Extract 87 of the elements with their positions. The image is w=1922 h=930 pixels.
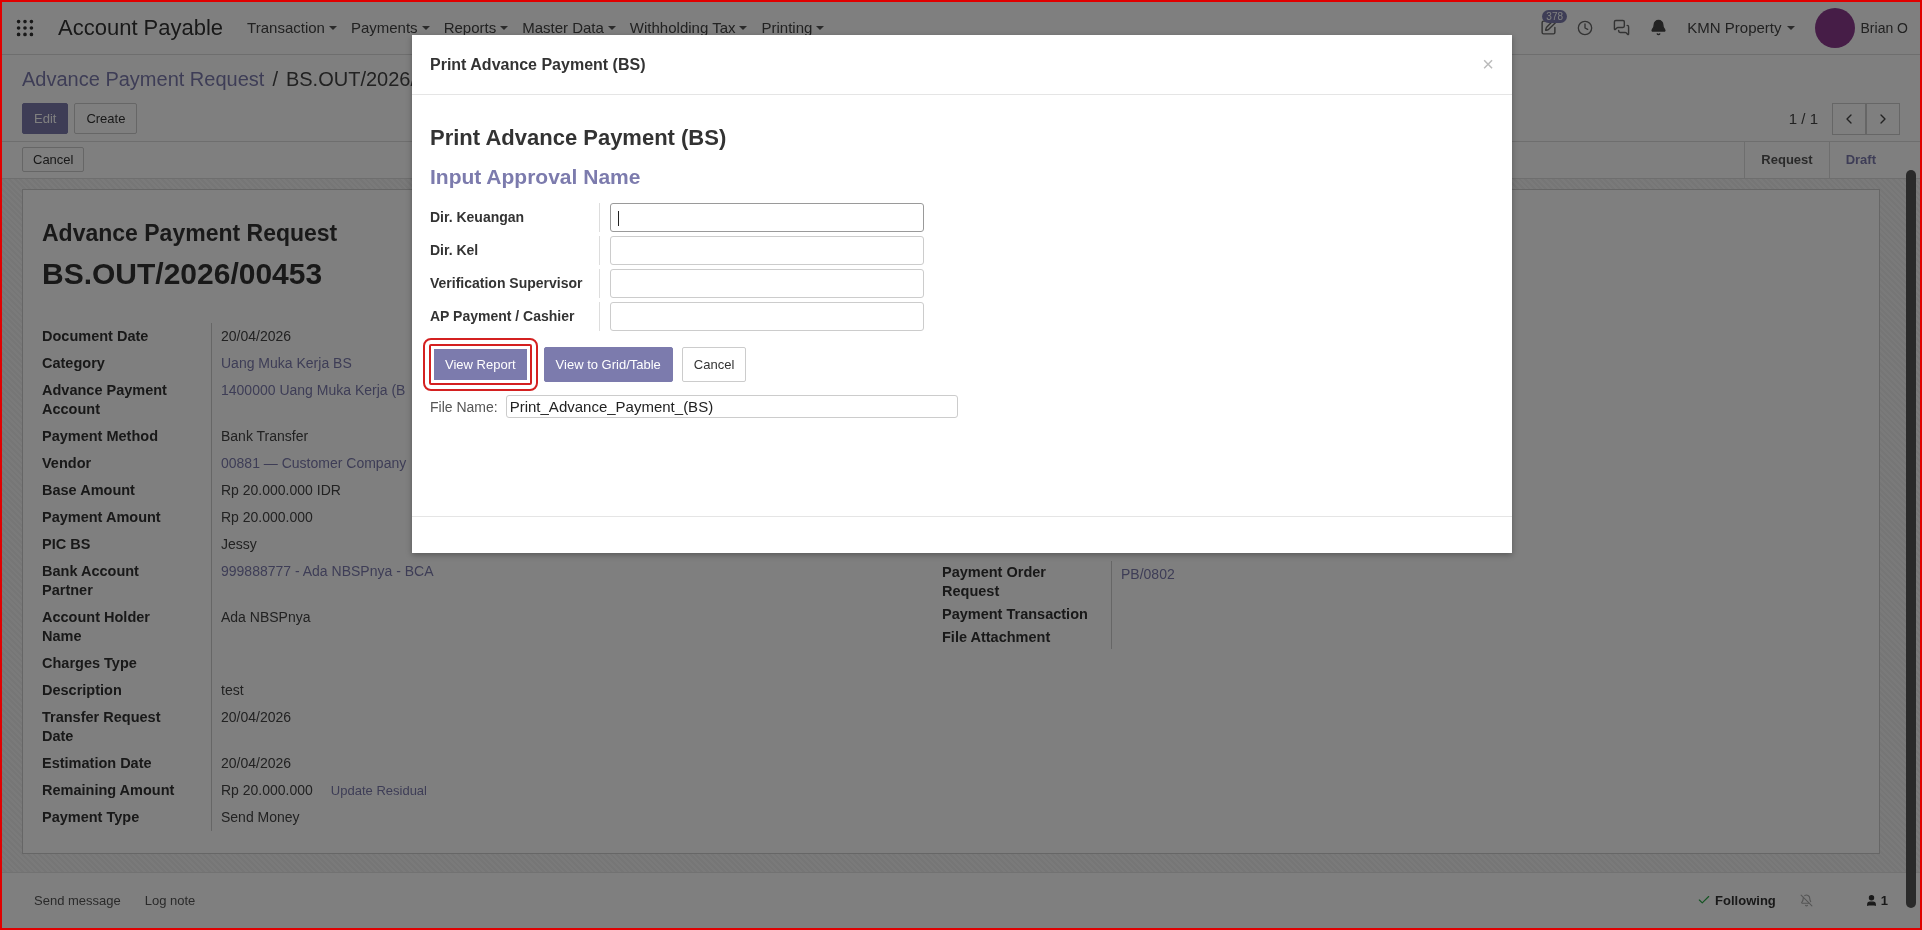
dialog-heading: Print Advance Payment (BS) xyxy=(430,125,728,151)
field-label: Document Date xyxy=(42,322,212,350)
field-link[interactable]: 00881 — Customer Company xyxy=(221,453,407,473)
menu-item[interactable]: Master Data xyxy=(522,19,616,37)
person-icon xyxy=(1864,893,1878,907)
chatter-link[interactable]: Send message xyxy=(34,892,121,908)
previous-button[interactable] xyxy=(1832,102,1866,135)
field-value: Rp 20.000.000 xyxy=(221,507,313,527)
field-label: Charges Type xyxy=(42,649,212,677)
record-type-title: Advance Payment Request xyxy=(42,219,338,247)
field-value: test xyxy=(221,680,244,700)
field-link[interactable]: 1400000 Uang Muka Kerja (B xyxy=(221,380,406,400)
field-label: Payment Amount xyxy=(42,503,212,531)
field-value: Rp 20.000.000 IDR xyxy=(221,480,341,500)
menu-item[interactable]: Withholding Tax xyxy=(629,19,748,37)
field-label: Description xyxy=(42,676,212,704)
field-label: Bank Account Partner xyxy=(42,557,212,604)
field-link[interactable]: 999888777 - Ada NBSPnya - BCA xyxy=(221,561,434,581)
bell-off-icon[interactable] xyxy=(1799,893,1813,907)
field-label: Dir. Keuangan xyxy=(430,203,600,232)
field-value: Jessy xyxy=(221,534,257,554)
section-heading: Input Approval Name xyxy=(430,165,642,189)
input-field[interactable] xyxy=(610,302,924,331)
menu-item[interactable]: Payments xyxy=(350,19,430,37)
field-label: PIC BS xyxy=(42,530,212,558)
cancel-button[interactable]: Cancel xyxy=(681,347,747,382)
user-name[interactable]: Brian O xyxy=(1860,19,1908,36)
field-label: Payment Type xyxy=(42,803,212,831)
next-button[interactable] xyxy=(1866,102,1900,135)
field-value: Ada NBSPnya xyxy=(221,607,311,627)
edit-button[interactable]: Edit xyxy=(22,103,69,135)
field-label: Verification Supervisor xyxy=(430,269,600,298)
menu-item[interactable]: Transaction xyxy=(247,19,337,37)
breadcrumb-current: BS.OUT/2026/ xyxy=(285,68,416,92)
field-value: Bank Transfer xyxy=(221,426,309,446)
field-value: 20/04/2026 xyxy=(221,707,292,727)
input-field[interactable] xyxy=(610,269,924,298)
field-label: AP Payment / Cashier xyxy=(430,302,600,331)
status-stage[interactable]: Draft xyxy=(1828,141,1892,178)
cancel-button[interactable]: Cancel xyxy=(22,147,85,173)
field-label: Estimation Date xyxy=(42,749,212,777)
bell-icon[interactable] xyxy=(1650,19,1668,37)
field-value: 20/04/2026 xyxy=(221,326,292,346)
text-cursor xyxy=(618,211,619,226)
pager-counter: 1 / 1 xyxy=(1788,110,1818,128)
count-badge: 378 xyxy=(1542,10,1567,24)
app-title: Account Payable xyxy=(58,14,224,41)
field-label: Remaining Amount xyxy=(42,776,212,804)
file-name-field[interactable]: Print_Advance_Payment_(BS) xyxy=(505,395,958,418)
chatter-link[interactable]: Log note xyxy=(144,892,196,908)
user-avatar[interactable] xyxy=(1814,7,1855,48)
field-value: Send Money xyxy=(221,807,300,827)
create-button[interactable]: Create xyxy=(74,103,138,135)
update-link[interactable]: Update Residual xyxy=(330,782,427,798)
field-label: Advance Payment Account xyxy=(42,376,212,423)
menu-item[interactable]: Reports xyxy=(443,19,509,37)
company-switcher[interactable]: KMN Property xyxy=(1687,19,1795,37)
field-label: File Attachment xyxy=(942,625,1112,649)
input-field[interactable] xyxy=(610,236,924,265)
followers-button[interactable]: 1 xyxy=(1864,892,1888,908)
field-label: Account Holder Name xyxy=(42,603,212,650)
menu-item[interactable]: Printing xyxy=(761,19,825,37)
field-value: 20/04/2026 xyxy=(221,753,292,773)
field-label: Payment Method xyxy=(42,422,212,450)
field-link[interactable]: Uang Muka Kerja BS xyxy=(221,353,352,373)
breadcrumb-link[interactable]: Advance Payment Request xyxy=(22,68,265,92)
field-label: Dir. Kel xyxy=(430,236,600,265)
field-label: Payment Transaction xyxy=(942,602,1112,626)
scrollbar[interactable] xyxy=(1906,170,1916,908)
status-stage[interactable]: Request xyxy=(1744,141,1829,178)
dialog-title: Print Advance Payment (BS) xyxy=(430,55,646,74)
chat-icon[interactable] xyxy=(1613,19,1631,37)
field-label: Base Amount xyxy=(42,476,212,504)
record-number: BS.OUT/2026/00453 xyxy=(42,256,323,291)
input-field[interactable] xyxy=(610,203,924,232)
field-value: Rp 20.000.000 xyxy=(221,780,313,800)
report-button[interactable]: View to Grid/Table xyxy=(543,347,673,382)
clock-icon[interactable] xyxy=(1577,19,1594,36)
following-button[interactable]: Following xyxy=(1697,892,1776,908)
field-label: Vendor xyxy=(42,449,212,477)
field-label: Category xyxy=(42,349,212,377)
breadcrumb-separator: / xyxy=(272,68,278,92)
field-label: Transfer Request Date xyxy=(42,703,212,750)
field-link[interactable]: PB/0802 xyxy=(1121,564,1175,584)
field-label: Payment Order Request xyxy=(942,560,1112,603)
activity-icon[interactable] xyxy=(1540,19,1558,37)
field-label: File Name: xyxy=(430,398,498,415)
